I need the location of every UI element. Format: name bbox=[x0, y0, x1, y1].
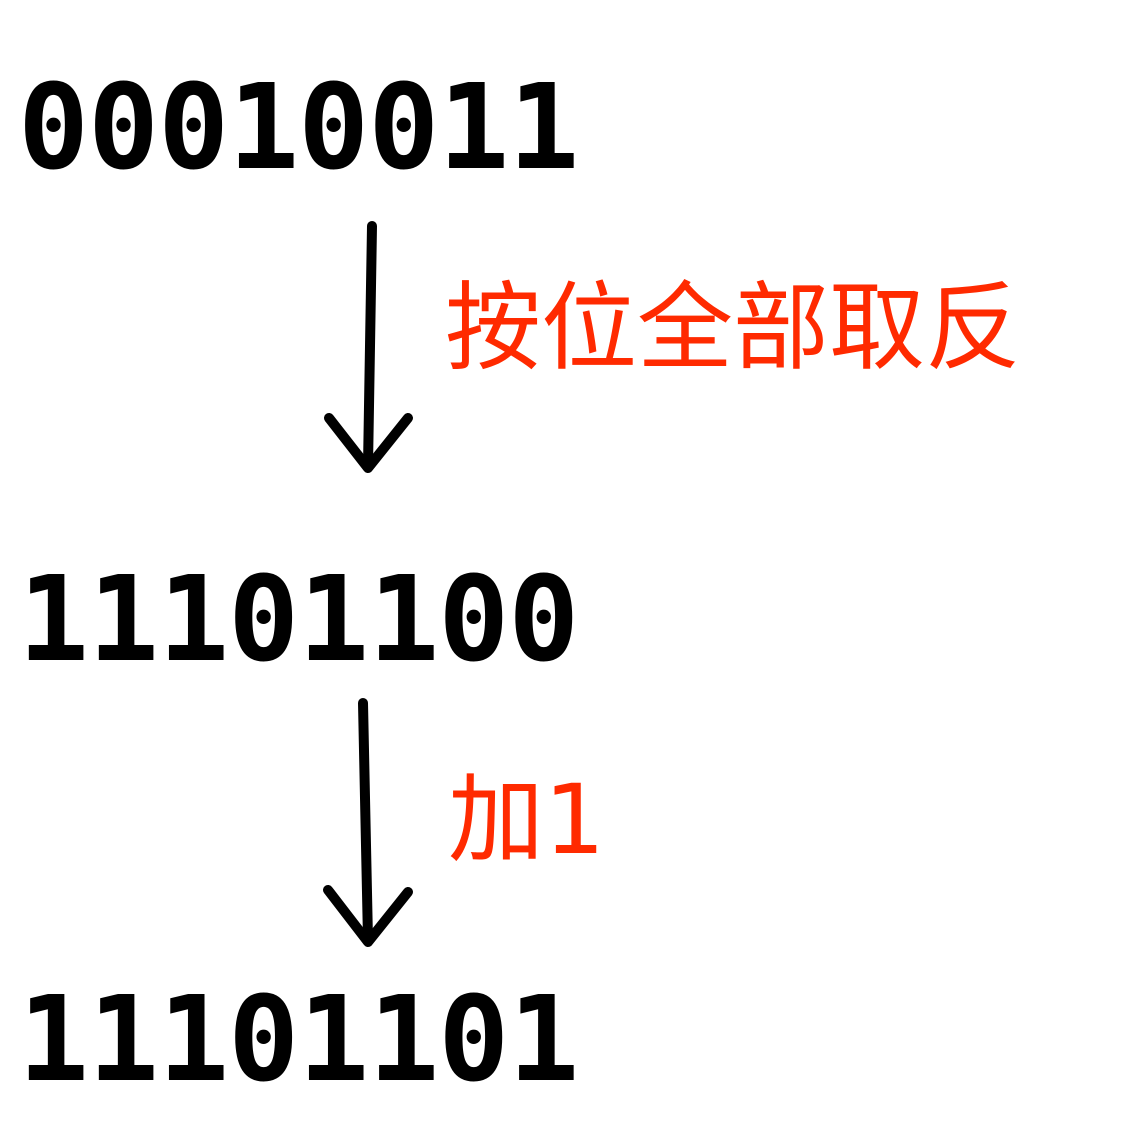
arrow-invert bbox=[324, 221, 413, 473]
step-label-invert: 按位全部取反 bbox=[445, 272, 1021, 384]
arrow-add-one bbox=[323, 698, 413, 947]
binary-inverted: 11101100 bbox=[18, 550, 579, 688]
step-label-add-one: 加1 bbox=[448, 764, 606, 876]
binary-result: 11101101 bbox=[18, 970, 579, 1108]
binary-original: 00010011 bbox=[18, 58, 579, 196]
